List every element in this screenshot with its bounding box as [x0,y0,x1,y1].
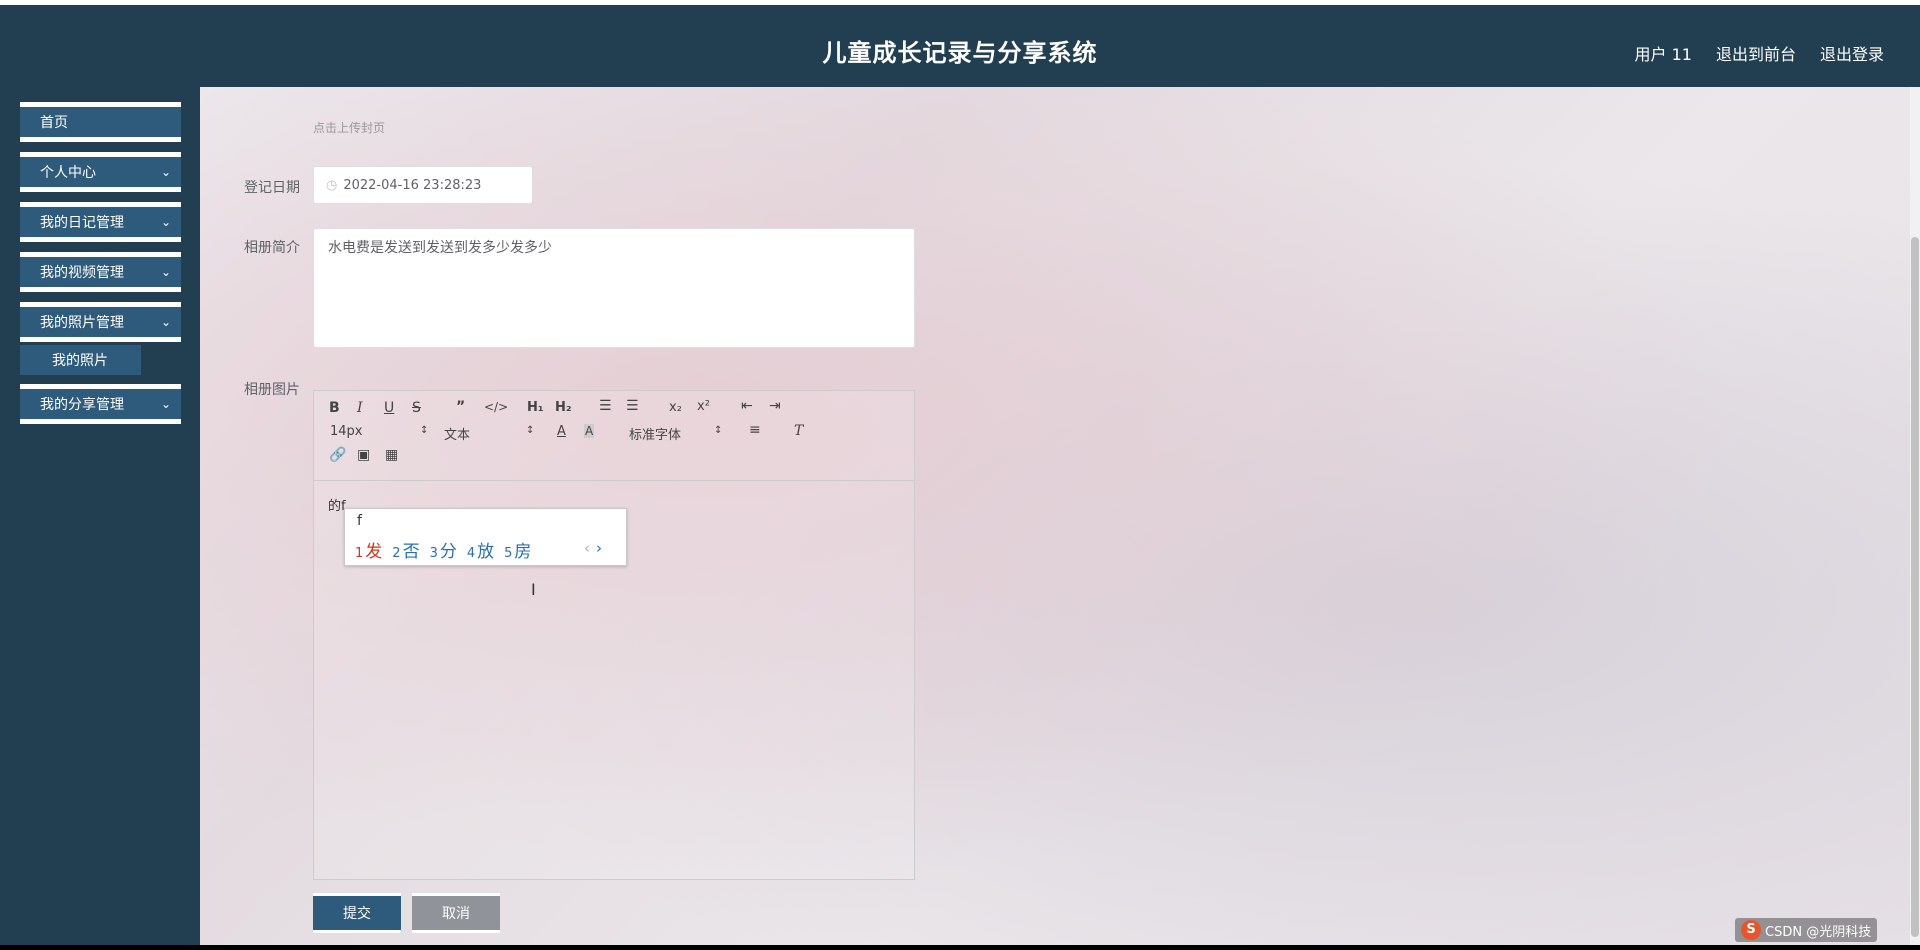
subscript-icon[interactable]: x₂ [669,400,682,415]
clear-format-icon[interactable]: T [794,423,803,439]
sidebar-item-photo[interactable]: 我的照片管理 ⌄ [20,302,181,342]
ime-pinyin-input: f [357,513,362,529]
chevron-down-icon: ⌄ [160,315,171,329]
chevron-down-icon: ⌄ [160,265,171,279]
strikethrough-icon[interactable]: S [412,400,421,416]
blockquote-icon[interactable]: ” [456,399,465,415]
superscript-icon[interactable]: x² [697,399,710,414]
exit-to-frontend-link[interactable]: 退出到前台 [1716,41,1796,65]
sidebar-subitem-label: 我的照片 [52,353,108,369]
font-size-value: 14px [330,424,363,439]
submit-button[interactable]: 提交 [313,893,401,933]
chevron-down-icon: ⌄ [160,215,171,229]
outdent-icon[interactable]: ⇤ [741,398,753,414]
font-color-icon[interactable]: A [557,424,566,439]
user-link[interactable]: 用户 11 [1635,41,1692,65]
clock-icon: ◷ [326,177,338,193]
sidebar-item-label: 首页 [40,115,68,131]
sidebar-item-personal-center[interactable]: 个人中心 ⌄ [20,152,181,192]
scrollbar-thumb[interactable] [1911,237,1919,937]
ime-candidates: 1发 2否 3分 4放 5房 [355,537,531,562]
background-color-icon[interactable]: A [584,424,595,438]
cancel-button[interactable]: 取消 [412,893,500,933]
rich-text-editor[interactable]: B I U S ” </> H₁ H₂ ☰ ☰ x₂ x² ⇤ ⇥ 14px ↕… [313,390,915,880]
font-size-select[interactable]: 14px ↕ [330,424,428,442]
select-arrows-icon: ↕ [714,425,723,436]
block-format-value: 文本 [444,428,471,443]
scrollbar[interactable] [1910,87,1920,945]
date-label: 登记日期 [244,180,300,196]
upload-cover-hint[interactable]: 点击上传封页 [313,119,385,136]
underline-icon[interactable]: U [384,400,394,416]
select-arrows-icon: ↕ [420,425,429,436]
ime-candidate[interactable]: 4放 [467,537,494,562]
intro-label: 相册简介 [244,240,300,256]
chevron-down-icon: ⌄ [160,165,171,179]
font-family-select[interactable]: 标准字体 ↕ [629,424,729,443]
header-nav: 用户 11 退出到前台 退出登录 [1635,41,1884,65]
date-value: 2022-04-16 23:28:23 [343,177,482,193]
align-icon[interactable]: ≡ [749,422,761,438]
sidebar-item-label: 个人中心 [40,165,96,181]
images-label: 相册图片 [244,382,300,398]
sidebar-item-share[interactable]: 我的分享管理 ⌄ [20,384,181,424]
ime-candidate[interactable]: 1发 [355,537,382,562]
ime-candidate-window: f 1发 2否 3分 4放 5房 ‹ › [344,508,627,566]
sidebar-item-diary[interactable]: 我的日记管理 ⌄ [20,202,181,242]
heading2-icon[interactable]: H₂ [555,400,572,415]
sidebar-item-label: 我的视频管理 [40,265,124,281]
ime-pager: ‹ › [584,539,602,557]
link-icon[interactable]: 🔗 [329,447,346,463]
watermark: S CSDN @光阴科技 [1735,918,1878,942]
ime-candidate[interactable]: 2否 [392,537,419,562]
main-content: 点击上传封页 登记日期 ◷ 2022-04-16 23:28:23 相册简介 水… [200,87,1920,945]
intro-textarea[interactable]: 水电费是发送到发送到发多少发多少 [313,228,915,348]
sidebar-item-video[interactable]: 我的视频管理 ⌄ [20,252,181,292]
ime-candidate[interactable]: 3分 [430,537,457,562]
sidebar-item-label: 我的照片管理 [40,315,124,331]
font-family-value: 标准字体 [629,428,682,443]
ime-next-icon[interactable]: › [596,539,602,557]
video-icon[interactable]: ▦ [385,447,398,463]
italic-icon[interactable]: I [357,400,363,416]
ime-prev-icon[interactable]: ‹ [584,539,590,557]
chevron-down-icon: ⌄ [160,397,171,411]
heading1-icon[interactable]: H₁ [527,400,544,415]
logout-link[interactable]: 退出登录 [1820,41,1884,65]
date-picker-input[interactable]: ◷ 2022-04-16 23:28:23 [313,166,533,204]
sidebar: 首页 个人中心 ⌄ 我的日记管理 ⌄ 我的视频管理 ⌄ 我的照片管理 ⌄ 我的照… [0,87,200,945]
editor-toolbar: B I U S ” </> H₁ H₂ ☰ ☰ x₂ x² ⇤ ⇥ 14px ↕… [314,391,914,481]
editor-content[interactable]: 的f [328,495,346,514]
bottom-border [0,945,1920,950]
bullet-list-icon[interactable]: ☰ [626,398,639,414]
text-cursor-icon: I [531,580,536,599]
app-title: 儿童成长记录与分享系统 [822,39,1098,67]
indent-icon[interactable]: ⇥ [769,398,781,414]
ordered-list-icon[interactable]: ☰ [599,398,612,414]
sidebar-subitem-my-photos[interactable]: 我的照片 [20,345,141,375]
header: 儿童成长记录与分享系统 用户 11 退出到前台 退出登录 [0,5,1920,87]
code-block-icon[interactable]: </> [484,400,508,414]
sidebar-item-label: 我的日记管理 [40,215,124,231]
image-icon[interactable]: ▣ [357,447,370,463]
sidebar-item-label: 我的分享管理 [40,397,124,413]
block-format-select[interactable]: 文本 ↕ [444,424,534,443]
sidebar-item-home[interactable]: 首页 [20,102,181,142]
select-arrows-icon: ↕ [526,425,535,436]
bold-icon[interactable]: B [329,400,340,416]
ime-candidate[interactable]: 5房 [504,537,531,562]
watermark-text: CSDN @光阴科技 [1765,924,1872,940]
sogou-logo-icon: S [1741,920,1761,940]
